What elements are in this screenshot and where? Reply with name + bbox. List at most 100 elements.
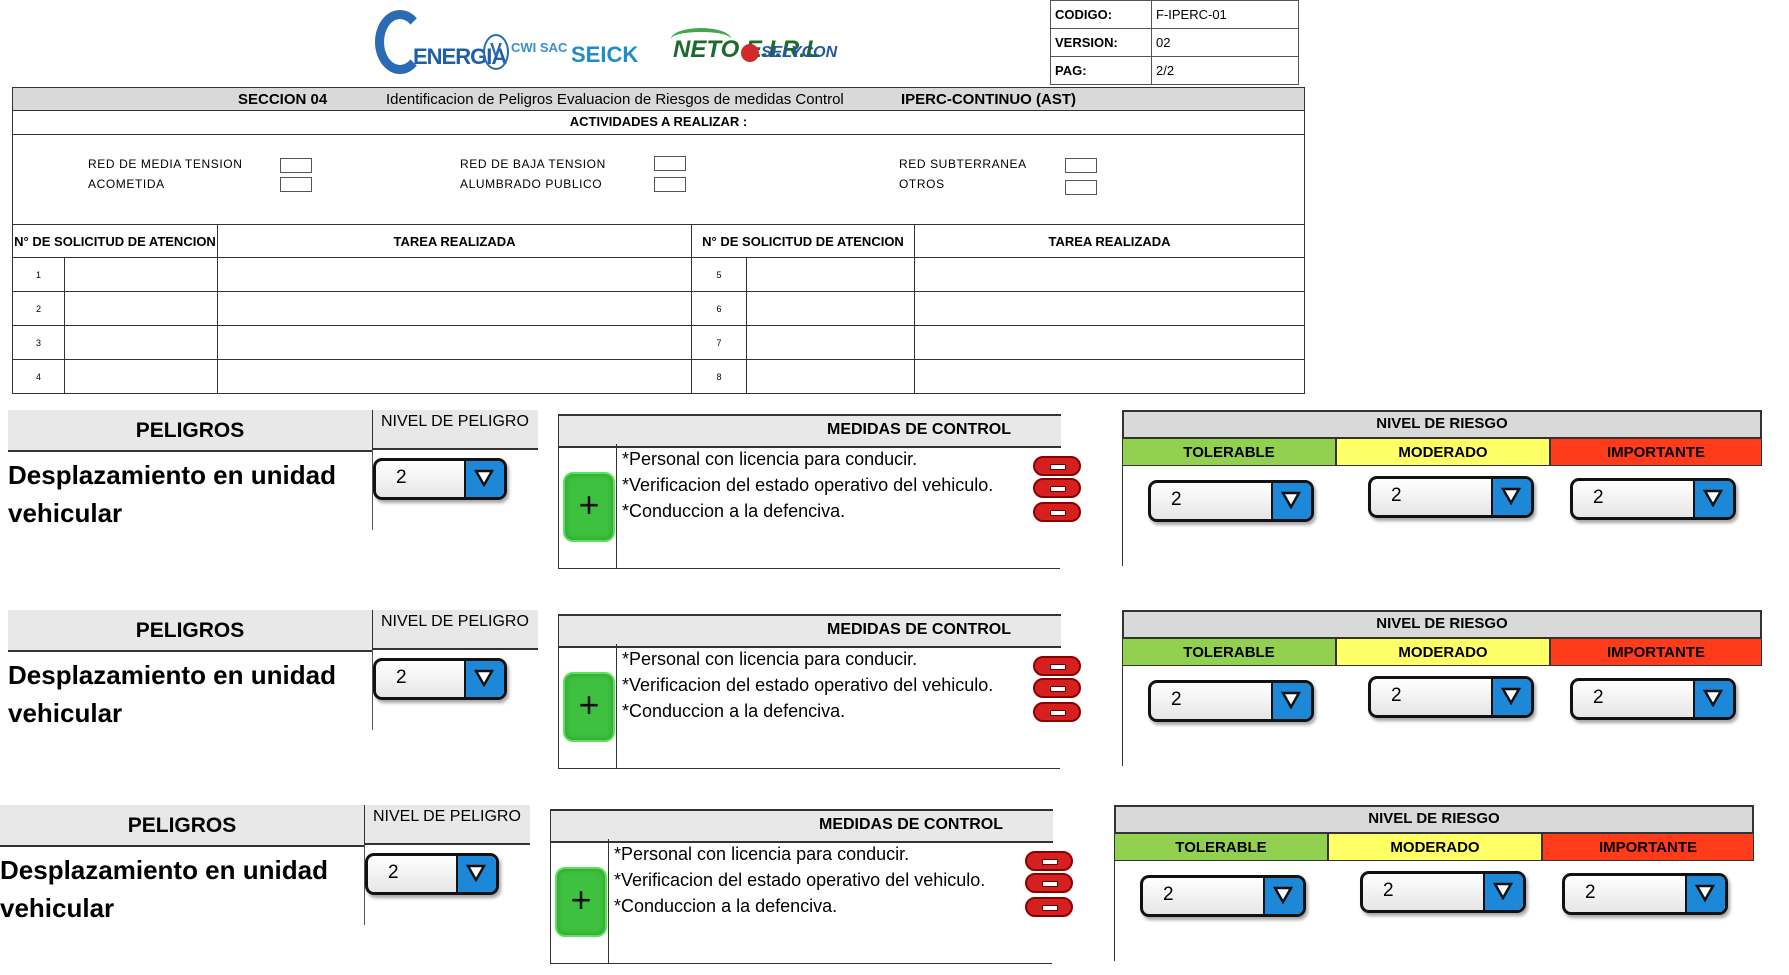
minus-icon[interactable]: [1033, 656, 1081, 676]
solicitud-cell[interactable]: [746, 325, 915, 360]
triangle-down-icon[interactable]: [1271, 683, 1311, 719]
triangle-down-icon[interactable]: [1263, 878, 1303, 914]
minus-icon[interactable]: [1025, 851, 1073, 871]
meta-label: CODIGO:: [1050, 0, 1152, 29]
medida-item[interactable]: *Verificacion del estado operativo del v…: [622, 672, 993, 698]
tarea-cell[interactable]: [217, 291, 692, 326]
solicitud-cell[interactable]: [64, 359, 218, 394]
nivel-peligro-dropdown[interactable]: 2: [365, 853, 499, 895]
row-divider: [550, 963, 1052, 964]
medida-item[interactable]: *Conduccion a la defenciva.: [622, 698, 993, 724]
solicitud-cell[interactable]: [64, 325, 218, 360]
triangle-down-icon[interactable]: [1491, 479, 1531, 515]
medida-item[interactable]: *Conduccion a la defenciva.: [622, 498, 993, 524]
tarea-cell[interactable]: [217, 359, 692, 394]
row-number: 6: [691, 291, 747, 326]
minus-icon[interactable]: [1025, 873, 1073, 893]
triangle-down-icon[interactable]: [1693, 681, 1733, 717]
importante-dropdown[interactable]: 2: [1562, 873, 1728, 915]
meta-value[interactable]: 02: [1151, 28, 1299, 57]
tarea-cell[interactable]: [217, 257, 692, 292]
medida-item[interactable]: *Personal con licencia para conducir.: [622, 646, 993, 672]
minus-icon[interactable]: [1033, 502, 1081, 522]
tarea-cell[interactable]: [914, 291, 1305, 326]
medida-item[interactable]: *Verificacion del estado operativo del v…: [614, 867, 985, 893]
section-title: Identificacion de Peligros Evaluacion de…: [386, 91, 844, 108]
tarea-cell[interactable]: [217, 325, 692, 360]
triangle-down-icon[interactable]: [464, 461, 504, 497]
seick-logo-text: SEICK: [571, 42, 639, 67]
medida-item[interactable]: *Personal con licencia para conducir.: [614, 841, 985, 867]
medida-item[interactable]: *Conduccion a la defenciva.: [614, 893, 985, 919]
dropdown-value: 2: [1593, 487, 1604, 508]
moderado-dropdown[interactable]: 2: [1368, 676, 1534, 718]
peligro-description[interactable]: Desplazamiento en unidad vehicular: [8, 656, 368, 732]
solicitud-cell[interactable]: [746, 359, 915, 394]
solicitud-cell[interactable]: [64, 257, 218, 292]
dropdown-value: 2: [388, 862, 399, 883]
tarea-cell[interactable]: [914, 359, 1305, 394]
peligros-header: PELIGROS: [0, 805, 364, 847]
meta-row-pag: PAG: 2/2: [1050, 56, 1299, 85]
plus-icon[interactable]: +: [563, 472, 615, 542]
plus-icon[interactable]: +: [563, 672, 615, 742]
nivel-peligro-header: NIVEL DE PELIGRO: [364, 805, 530, 845]
dropdown-value: 2: [1593, 687, 1604, 708]
triangle-down-icon[interactable]: [1693, 481, 1733, 517]
dropdown-value: 2: [1391, 685, 1402, 706]
importante-dropdown[interactable]: 2: [1570, 678, 1736, 720]
nivel-peligro-dropdown[interactable]: 2: [373, 658, 507, 700]
tolerable-dropdown[interactable]: 2: [1140, 875, 1306, 917]
column-divider: [558, 644, 559, 769]
triangle-down-icon[interactable]: [1483, 874, 1523, 910]
peligro-description[interactable]: Desplazamiento en unidad vehicular: [8, 456, 368, 532]
solicitud-cell[interactable]: [746, 291, 915, 326]
tarea-cell[interactable]: [914, 325, 1305, 360]
plus-icon[interactable]: +: [555, 867, 607, 937]
triangle-down-icon[interactable]: [456, 856, 496, 892]
medida-item[interactable]: *Verificacion del estado operativo del v…: [622, 472, 993, 498]
section-bar: SECCION 04 Identificacion de Peligros Ev…: [12, 87, 1305, 111]
meta-value[interactable]: 2/2: [1151, 56, 1299, 85]
dropdown-value: 2: [1171, 689, 1182, 710]
cwi-logo-mark: V: [483, 34, 509, 70]
column-header: N° DE SOLICITUD DE ATENCION: [691, 224, 915, 258]
moderado-dropdown[interactable]: 2: [1360, 871, 1526, 913]
nivel-peligro-dropdown[interactable]: 2: [373, 458, 507, 500]
importante-dropdown[interactable]: 2: [1570, 478, 1736, 520]
activity-checkbox-baja-tension[interactable]: [654, 156, 686, 171]
activity-checkbox-media-tension[interactable]: [280, 158, 312, 173]
medidas-list: *Personal con licencia para conducir. *V…: [614, 841, 985, 919]
tarea-cell[interactable]: [914, 257, 1305, 292]
meta-value[interactable]: F-IPERC-01: [1151, 0, 1299, 29]
triangle-down-icon[interactable]: [1491, 679, 1531, 715]
activity-checkbox-subterranea[interactable]: [1065, 158, 1097, 173]
peligro-description[interactable]: Desplazamiento en unidad vehicular: [0, 851, 360, 927]
solicitud-cell[interactable]: [746, 257, 915, 292]
column-divider: [1122, 666, 1123, 766]
triangle-down-icon[interactable]: [1685, 876, 1725, 912]
minus-icon[interactable]: [1033, 678, 1081, 698]
moderado-dropdown[interactable]: 2: [1368, 476, 1534, 518]
row-number: 3: [12, 325, 65, 360]
tolerable-dropdown[interactable]: 2: [1148, 680, 1314, 722]
minus-icon[interactable]: [1033, 478, 1081, 498]
minus-icon[interactable]: [1033, 702, 1081, 722]
activity-checkbox-alumbrado[interactable]: [654, 177, 686, 192]
medida-item[interactable]: *Personal con licencia para conducir.: [622, 446, 993, 472]
moderado-label: MODERADO: [1336, 638, 1550, 666]
solicitud-cell[interactable]: [64, 291, 218, 326]
medidas-header-label: MEDIDAS DE CONTROL: [827, 421, 1011, 438]
triangle-down-icon[interactable]: [464, 661, 504, 697]
minus-icon[interactable]: [1025, 897, 1073, 917]
tolerable-dropdown[interactable]: 2: [1148, 480, 1314, 522]
activity-checkbox-otros[interactable]: [1065, 180, 1097, 195]
activity-checkbox-acometida[interactable]: [280, 177, 312, 192]
activities-title: ACTIVIDADES A REALIZAR :: [12, 111, 1305, 135]
meta-label: PAG:: [1050, 56, 1152, 85]
activity-label: ACOMETIDA: [88, 177, 165, 191]
activity-label: ALUMBRADO PUBLICO: [460, 177, 603, 191]
table-row: 2 6: [12, 291, 1305, 326]
minus-icon[interactable]: [1033, 456, 1081, 476]
triangle-down-icon[interactable]: [1271, 483, 1311, 519]
